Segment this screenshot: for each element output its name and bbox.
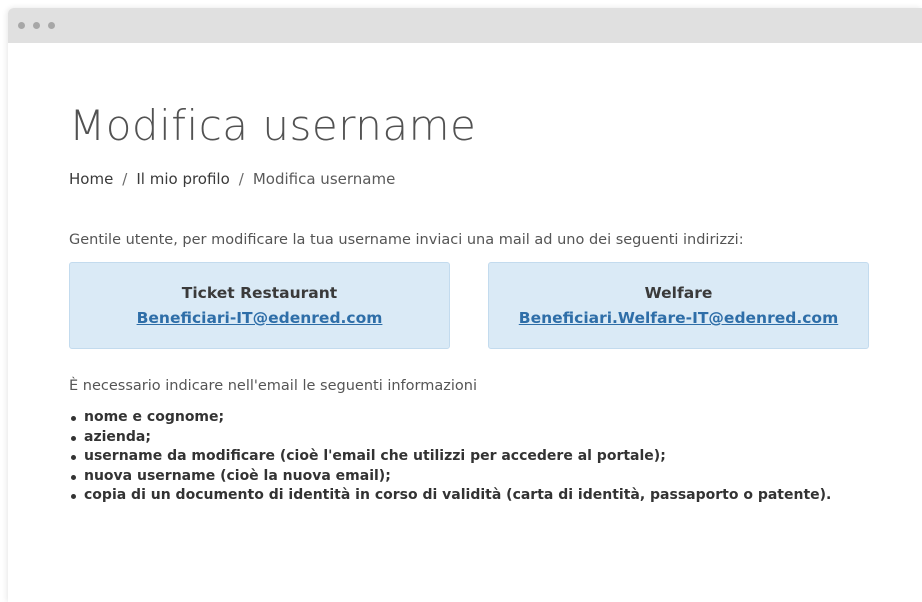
bullet-icon (71, 494, 76, 499)
contact-card-welfare: Welfare Beneficiari.Welfare-IT@edenred.c… (488, 262, 869, 349)
window-dot-icon (18, 22, 25, 29)
window-dot-icon (33, 22, 40, 29)
list-item-text: nuova username (cioè la nuova email); (84, 467, 391, 484)
page-title: Modifica username (69, 101, 477, 150)
email-link[interactable]: Beneficiari-IT@edenred.com (70, 309, 449, 327)
bullet-icon (71, 455, 76, 460)
breadcrumb-separator: / (122, 170, 128, 188)
list-item: nuova username (cioè la nuova email); (69, 467, 831, 487)
list-item: username da modificare (cioè l'email che… (69, 447, 831, 467)
list-item: nome e cognome; (69, 408, 831, 428)
info-text: È necessario indicare nell'email le segu… (69, 378, 477, 394)
breadcrumb-profile-link[interactable]: Il mio profilo (136, 170, 229, 188)
bullet-icon (71, 416, 76, 421)
bullet-icon (71, 474, 76, 480)
list-item-text: username da modificare (cioè l'email che… (84, 448, 666, 464)
list-item: azienda; (69, 428, 831, 448)
card-title: Ticket Restaurant (181, 284, 338, 302)
list-item-text: copia di un documento di identità in cor… (84, 487, 832, 503)
list-item-text: azienda; (84, 428, 151, 445)
breadcrumb-separator: / (238, 170, 244, 188)
list-item-text: nome e cognome; (84, 409, 225, 425)
bullet-icon (71, 435, 76, 441)
list-item: copia di un documento di identità in cor… (69, 486, 831, 506)
window-dot-icon (48, 22, 55, 29)
breadcrumb-current: Modifica username (252, 170, 396, 188)
browser-window: Modifica username Home / Il mio profilo / Mo… (8, 8, 922, 602)
email-link[interactable]: Beneficiari.Welfare-IT@edenred.com (489, 309, 868, 327)
intro-text: Gentile utente, per modificare la tua us… (69, 232, 744, 248)
contact-card-ticket-restaurant: Ticket Restaurant Beneficiari-IT@edenred… (69, 262, 450, 349)
breadcrumb: Home / Il mio profilo / Modifica username (69, 170, 395, 188)
breadcrumb-home-link[interactable]: Home (69, 170, 113, 188)
requirements-list: nome e cognome; azienda; username da mod… (69, 408, 831, 506)
card-title: Welfare (644, 284, 713, 302)
window-titlebar (8, 8, 922, 43)
